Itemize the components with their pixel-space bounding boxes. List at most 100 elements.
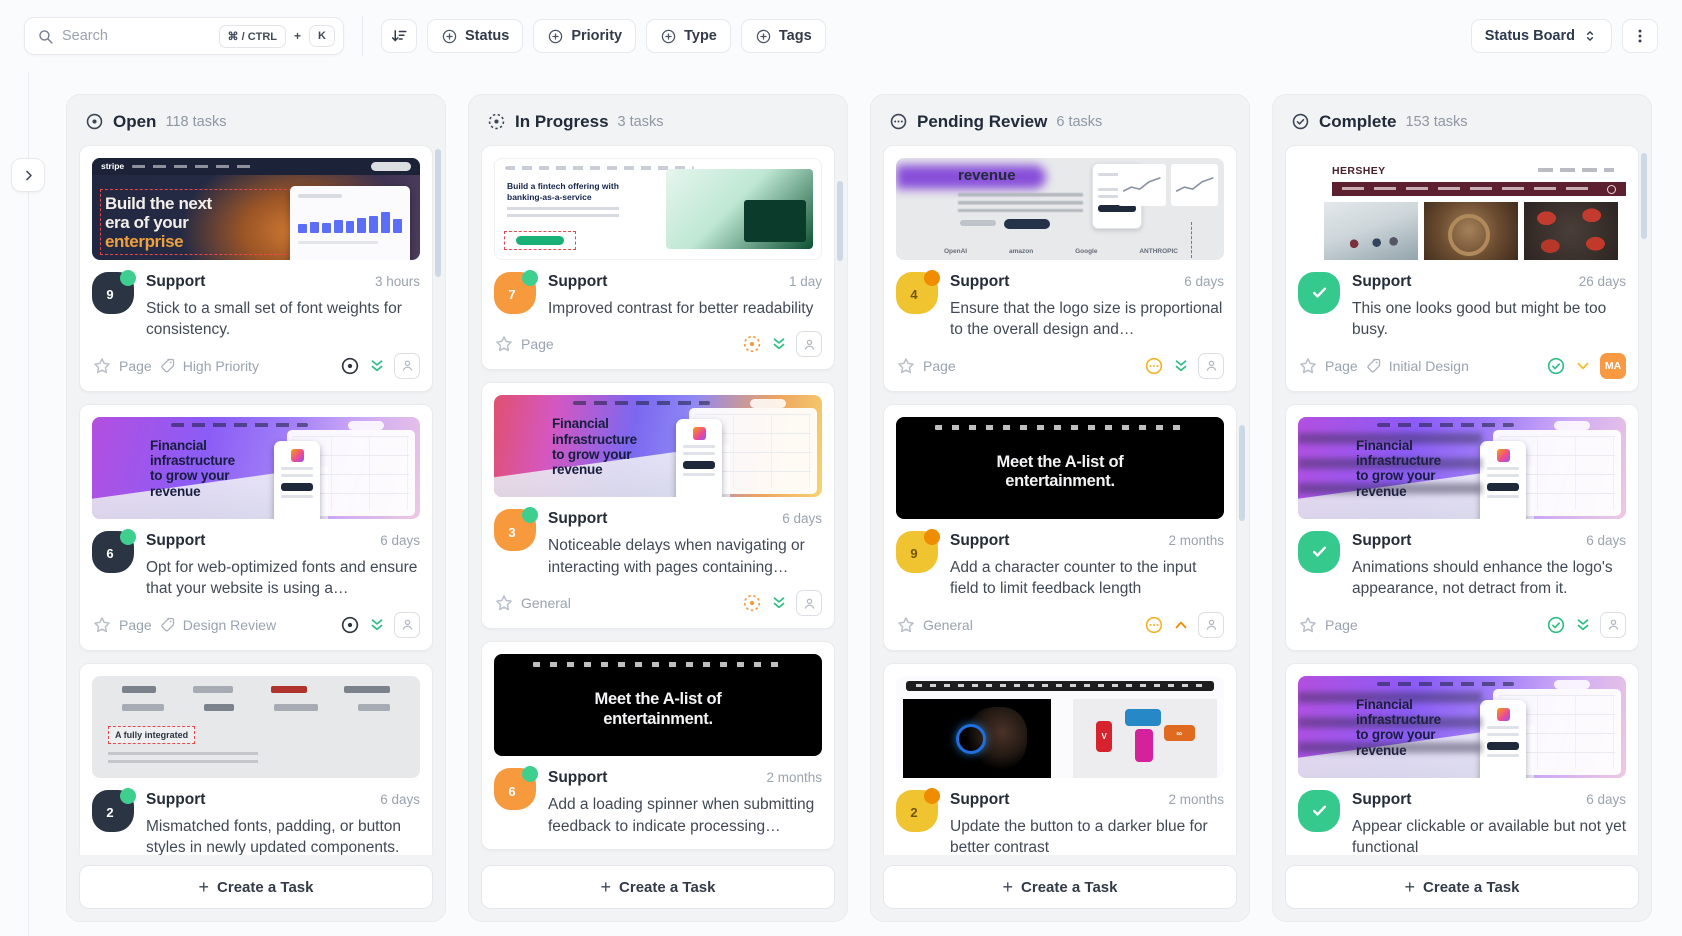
- priority-low-icon[interactable]: [770, 594, 788, 612]
- assignee-avatar[interactable]: MA: [1600, 353, 1626, 379]
- create-task-button[interactable]: + Create a Task: [883, 865, 1237, 909]
- search-box[interactable]: ⌘ / CTRL + K: [24, 17, 344, 55]
- assignee-button[interactable]: [796, 331, 822, 357]
- card-title: Support: [548, 768, 607, 788]
- priority-low-icon[interactable]: [368, 616, 386, 634]
- task-card[interactable]: revenue OpenAI amazon Google ANTHROPIC: [883, 145, 1237, 392]
- card-time: 2 months: [1168, 533, 1224, 548]
- sort-icon: [390, 27, 408, 45]
- status-in-progress-icon[interactable]: [742, 593, 762, 613]
- card-context: General: [923, 617, 973, 633]
- filter-tags-button[interactable]: Tags: [741, 19, 826, 53]
- column-title: In Progress: [515, 112, 609, 132]
- priority-badge: 4: [896, 272, 938, 314]
- card-description: Ensure that the logo size is proportiona…: [950, 298, 1224, 341]
- status-in-progress-icon[interactable]: [742, 334, 762, 354]
- card-thumbnail: HERSHEY: [1298, 158, 1626, 260]
- search-icon: [37, 28, 54, 45]
- status-pending-icon[interactable]: [1144, 615, 1164, 635]
- priority-low-icon[interactable]: [770, 335, 788, 353]
- card-context: Page: [119, 358, 152, 374]
- filter-status-button[interactable]: Status: [427, 19, 523, 53]
- task-card[interactable]: V ∞ 2 Support2 months Update the button …: [883, 663, 1237, 855]
- favorite-star-icon[interactable]: [896, 615, 916, 635]
- create-task-button[interactable]: + Create a Task: [481, 865, 835, 909]
- column-scrollbar[interactable]: [1641, 153, 1647, 239]
- status-open-icon[interactable]: [340, 615, 360, 635]
- priority-low-icon[interactable]: [1172, 357, 1190, 375]
- search-input[interactable]: [62, 28, 211, 44]
- mini-chart: [1174, 167, 1216, 203]
- badge-accent-dot: [924, 788, 940, 804]
- status-complete-icon[interactable]: [1546, 356, 1566, 376]
- priority-low-icon[interactable]: [1574, 616, 1592, 634]
- chevron-right-icon: [21, 168, 36, 183]
- favorite-star-icon[interactable]: [92, 615, 112, 635]
- favorite-star-icon[interactable]: [494, 593, 514, 613]
- favorite-star-icon[interactable]: [92, 356, 112, 376]
- favorite-star-icon[interactable]: [896, 356, 916, 376]
- task-card[interactable]: Financial infrastructure to grow your re…: [79, 404, 433, 651]
- card-thumbnail: Meet the A-list of entertainment.: [896, 417, 1224, 519]
- badge-accent-dot: [924, 529, 940, 545]
- task-card[interactable]: Financial infrastructure to grow your re…: [1285, 404, 1639, 651]
- card-description: Mismatched fonts, padding, or button sty…: [146, 816, 420, 855]
- assignee-button[interactable]: [1600, 612, 1626, 638]
- filter-type-button[interactable]: Type: [646, 19, 731, 53]
- task-card[interactable]: Build a fintech offering with banking-as…: [481, 145, 835, 371]
- annotation-box: [504, 231, 576, 250]
- status-badge: [1298, 531, 1340, 573]
- check-icon: [1310, 801, 1329, 820]
- priority-badge: 6: [92, 531, 134, 573]
- column-scrollbar[interactable]: [837, 181, 843, 261]
- card-time: 6 days: [1184, 274, 1224, 289]
- sidebar-divider: [28, 72, 29, 936]
- badge-accent-dot: [522, 766, 538, 782]
- card-thumbnail: Financial infrastructure to grow your re…: [494, 395, 822, 497]
- card-time: 2 months: [766, 770, 822, 785]
- create-task-button[interactable]: + Create a Task: [79, 865, 433, 909]
- favorite-star-icon[interactable]: [494, 334, 514, 354]
- column-scrollbar[interactable]: [1239, 425, 1245, 521]
- task-card[interactable]: HERSHEY Support26 days This one looks go…: [1285, 145, 1639, 392]
- card-thumbnail: stripe Build the next era of yourenterpr…: [92, 158, 420, 260]
- task-card[interactable]: Financial infrastructure to grow your re…: [481, 382, 835, 629]
- card-time: 1 day: [789, 274, 822, 289]
- filter-priority-button[interactable]: Priority: [533, 19, 636, 53]
- expand-sidebar-button[interactable]: [11, 158, 45, 192]
- view-selector-button[interactable]: Status Board: [1471, 19, 1612, 53]
- task-card[interactable]: A fully integrated 2 Support6 days Misma…: [79, 663, 433, 855]
- circle-plus-icon: [441, 28, 458, 45]
- status-open-icon[interactable]: [340, 356, 360, 376]
- assignee-button[interactable]: [394, 353, 420, 379]
- favorite-star-icon[interactable]: [1298, 615, 1318, 635]
- favorite-star-icon[interactable]: [1298, 356, 1318, 376]
- assignee-button[interactable]: [1198, 353, 1224, 379]
- assignee-button[interactable]: [1198, 612, 1224, 638]
- card-thumbnail: Financial infrastructure to grow your re…: [1298, 676, 1626, 778]
- priority-high-icon[interactable]: [1172, 616, 1190, 634]
- card-time: 6 days: [380, 792, 420, 807]
- tag-icon: [1365, 357, 1382, 374]
- status-pending-icon[interactable]: [1144, 356, 1164, 376]
- priority-badge: 9: [92, 272, 134, 314]
- shortcut-cmd-badge: ⌘ / CTRL: [219, 25, 287, 48]
- column-count: 118 tasks: [165, 114, 226, 130]
- card-thumbnail: A fully integrated: [92, 676, 420, 778]
- status-complete-icon[interactable]: [1546, 615, 1566, 635]
- task-card[interactable]: Financial infrastructure to grow your re…: [1285, 663, 1639, 855]
- priority-low-icon[interactable]: [368, 357, 386, 375]
- assignee-button[interactable]: [796, 590, 822, 616]
- column-scrollbar[interactable]: [435, 149, 441, 277]
- create-task-button[interactable]: + Create a Task: [1285, 865, 1639, 909]
- task-card[interactable]: Meet the A-list of entertainment. 9 Supp…: [883, 404, 1237, 651]
- task-card[interactable]: stripe Build the next era of yourenterpr…: [79, 145, 433, 392]
- task-card[interactable]: Meet the A-list of entertainment. 6 Supp…: [481, 641, 835, 850]
- sort-button[interactable]: [381, 19, 417, 53]
- assignee-button[interactable]: [394, 612, 420, 638]
- overflow-menu-button[interactable]: [1622, 19, 1658, 53]
- card-context: Page: [521, 336, 554, 352]
- badge-accent-dot: [120, 270, 136, 286]
- card-title: Support: [1352, 790, 1411, 810]
- priority-medium-icon[interactable]: [1574, 357, 1592, 375]
